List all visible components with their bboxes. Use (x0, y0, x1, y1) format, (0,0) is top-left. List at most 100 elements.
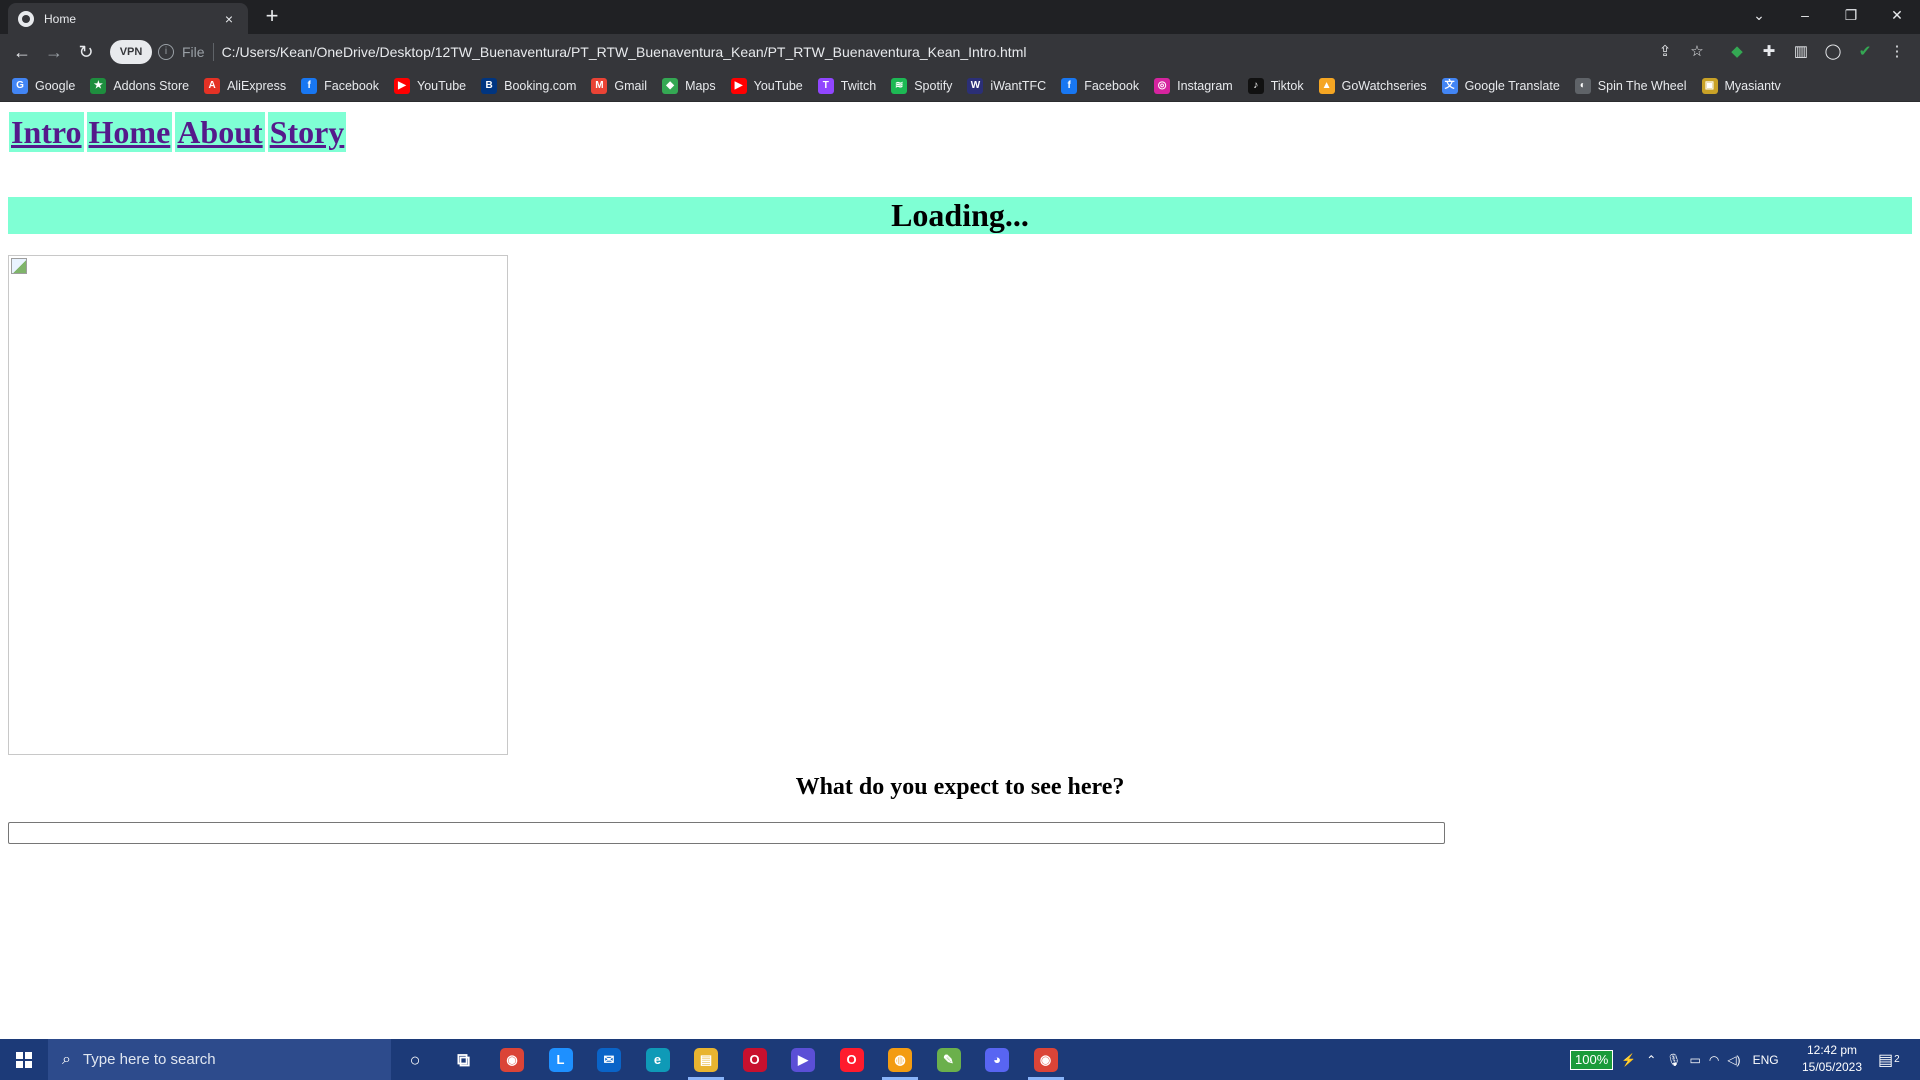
start-button[interactable] (0, 1039, 48, 1080)
volume-icon[interactable]: ◁) (1727, 1053, 1740, 1067)
booking-icon: B (481, 77, 498, 94)
chrome-active-icon: ◉ (1033, 1047, 1058, 1072)
bookmark-item[interactable]: ◎ Instagram (1154, 77, 1233, 94)
search-icon: ⌕ (62, 1050, 71, 1068)
bookmark-label: Twitch (840, 78, 877, 93)
bookmark-item[interactable]: 文 Google Translate (1441, 77, 1560, 94)
aliexpress-icon: A (204, 77, 221, 94)
clock[interactable]: 12:42 pm 15/05/2023 (1796, 1042, 1868, 1076)
bookmark-item[interactable]: B Booking.com (481, 77, 576, 94)
bookmark-item[interactable]: A AliExpress (204, 77, 286, 94)
bookmark-star-icon[interactable]: ☆ (1688, 43, 1706, 61)
windows-icon (16, 1051, 32, 1068)
gowatchseries-icon: ▲ (1318, 77, 1335, 94)
taskbar-app-button[interactable]: ◉ (1022, 1039, 1070, 1080)
bookmark-item[interactable]: M Gmail (591, 77, 648, 94)
broken-image-icon (11, 258, 27, 274)
bookmark-item[interactable]: ★ Addons Store (90, 77, 189, 94)
address-bar[interactable]: i File C:/Users/Kean/OneDrive/Desktop/12… (158, 38, 1688, 66)
profile-icon[interactable]: ◯ (1824, 43, 1842, 61)
answer-input[interactable] (8, 822, 1445, 844)
bookmark-item[interactable]: ◐ Spin The Wheel (1574, 77, 1687, 94)
bookmark-item[interactable]: ◆ Maps (662, 77, 716, 94)
tab-title: Home (44, 11, 77, 26)
back-button[interactable]: ← (10, 40, 34, 64)
nav-link-about[interactable]: About (175, 112, 265, 152)
taskbar: ⌕ Type here to search ○ ⧉ ◉ L ✉ e ▤ O ▶ O ◍ ✎ ◕ ◉ 100… (0, 1039, 1920, 1080)
plug-icon[interactable]: ⚡ (1621, 1053, 1636, 1067)
taskbar-app-button[interactable]: ▶ (779, 1039, 827, 1080)
edge-icon: e (645, 1047, 670, 1072)
bookmark-label: Instagram (1177, 78, 1233, 93)
vpn-button[interactable]: VPN (110, 40, 152, 64)
battery-percent[interactable]: 100% (1570, 1049, 1614, 1070)
nav-link-home[interactable]: Home (86, 112, 173, 152)
reload-button[interactable]: ↻ (74, 40, 98, 64)
nav-link-story[interactable]: Story (267, 112, 347, 152)
bookmark-item[interactable]: ♪ Tiktok (1247, 77, 1304, 94)
bookmark-item[interactable]: f Facebook (1061, 77, 1139, 94)
system-tray: 100% ⚡ ⌃ 🎙 ▭ ◠ ◁) ENG (1570, 1039, 1779, 1080)
tiktok-icon: ♪ (1247, 77, 1264, 94)
menu-icon[interactable]: ⋮ (1888, 43, 1906, 61)
myasiantv-icon: ▣ (1701, 77, 1718, 94)
site-nav: Intro Home About Story (9, 112, 349, 152)
shield-icon[interactable]: ✔ (1856, 43, 1874, 61)
battery-icon[interactable]: ▭ (1690, 1053, 1701, 1067)
chevron-up-icon[interactable]: ⌃ (1646, 1053, 1656, 1067)
bookmark-item[interactable]: G Google (12, 77, 76, 94)
addons-icon: ★ (90, 77, 107, 94)
browser-toolbar: ← → ↻ VPN i File C:/Users/Kean/OneDrive/… (0, 34, 1920, 70)
tab-search-button[interactable]: ⌄ (1736, 0, 1782, 30)
language-indicator[interactable]: ENG (1753, 1053, 1779, 1067)
bookmark-item[interactable]: ▶ YouTube (730, 77, 803, 94)
taskbar-app-button[interactable]: ✎ (925, 1039, 973, 1080)
notification-icon: ▤ (1878, 1051, 1894, 1069)
taskbar-app-button[interactable]: O (828, 1039, 876, 1080)
share-icon[interactable]: ⇪ (1656, 43, 1674, 61)
taskbar-search[interactable]: ⌕ Type here to search (48, 1039, 391, 1080)
tab-close-button[interactable]: × (220, 11, 238, 27)
forward-button[interactable]: → (42, 40, 66, 64)
taskbar-app-button[interactable]: ✉ (585, 1039, 633, 1080)
task-view-icon: ⧉ (457, 1049, 470, 1070)
translate-icon: 文 (1441, 77, 1458, 94)
tab-home[interactable]: Home × (8, 3, 248, 34)
taskbar-app-button[interactable]: ◉ (488, 1039, 536, 1080)
spotify-icon: ≋ (891, 77, 908, 94)
new-tab-button[interactable]: + (260, 5, 284, 29)
wifi-icon[interactable]: ◠ (1709, 1053, 1719, 1067)
file-explorer-icon: ▤ (694, 1047, 718, 1072)
taskbar-app-button[interactable]: L (537, 1039, 585, 1080)
bookmark-label: iWantTFC (990, 78, 1047, 93)
bookmark-item[interactable]: ▶ YouTube (394, 77, 466, 94)
bookmark-item[interactable]: ≋ Spotify (891, 77, 952, 94)
iwanttfc-icon: W (967, 77, 984, 94)
taskbar-app-button[interactable]: e (634, 1039, 682, 1080)
microphone-icon[interactable]: 🎙 (1666, 1053, 1681, 1067)
bookmark-item[interactable]: T Twitch (817, 77, 877, 94)
extensions-icon[interactable]: ✚ (1760, 43, 1778, 61)
info-icon[interactable]: i (158, 44, 174, 60)
bookmark-item[interactable]: f Facebook (301, 77, 379, 94)
taskbar-app-button[interactable]: ◍ (876, 1039, 924, 1080)
taskbar-app-button[interactable]: O (731, 1039, 779, 1080)
nav-link-intro[interactable]: Intro (9, 112, 84, 152)
url-text[interactable]: C:/Users/Kean/OneDrive/Desktop/12TW_Buen… (222, 44, 1027, 60)
lock-extension-icon[interactable]: ◆ (1728, 43, 1746, 61)
bookmark-item[interactable]: WiWantTFC (967, 77, 1047, 94)
bookmark-label: Gmail (614, 78, 648, 93)
taskbar-app-button[interactable]: ◕ (973, 1039, 1021, 1080)
minimize-button[interactable]: – (1782, 0, 1828, 30)
scheme-label: File (182, 44, 205, 60)
side-panel-icon[interactable]: ▥ (1792, 43, 1810, 61)
close-window-button[interactable]: ✕ (1874, 0, 1920, 30)
bookmark-label: Google (35, 78, 76, 93)
taskbar-app-button[interactable]: ○ (391, 1039, 439, 1080)
bookmark-item[interactable]: ▣ Myasiantv (1701, 77, 1781, 94)
taskbar-app-button[interactable]: ⧉ (440, 1039, 488, 1080)
restore-button[interactable]: ❐ (1828, 0, 1874, 30)
notification-button[interactable]: ▤ 2 (1878, 1039, 1900, 1080)
bookmark-item[interactable]: ▲ GoWatchseries (1318, 77, 1427, 94)
taskbar-app-button[interactable]: ▤ (682, 1039, 730, 1080)
